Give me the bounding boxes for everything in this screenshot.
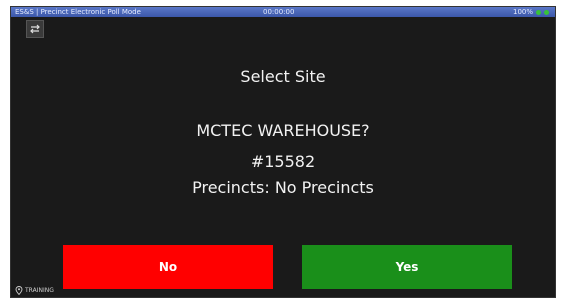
status-bar: ES&S | Precinct Electronic Poll Mode 00:…: [11, 7, 555, 17]
arrows-menu-icon: [30, 24, 40, 34]
footer: TRAINING: [15, 286, 54, 295]
yes-button-label: Yes: [395, 260, 419, 274]
footer-location-label: TRAINING: [25, 287, 54, 294]
location-pin-icon: [15, 286, 23, 295]
battery-level: 100%: [512, 8, 533, 16]
no-button[interactable]: No: [63, 245, 273, 289]
yes-button[interactable]: Yes: [302, 245, 512, 289]
site-name: MCTEC WAREHOUSE?: [196, 121, 370, 140]
site-id: #15582: [250, 152, 316, 171]
menu-button[interactable]: [26, 20, 44, 38]
status-dot-icon: [536, 9, 541, 15]
status-dot-icon: [544, 9, 549, 15]
status-bar-center-text: 00:00:00: [263, 8, 295, 16]
status-bar-right: 100%: [513, 7, 549, 17]
dialog-title: Select Site: [240, 67, 326, 86]
app-window: ES&S | Precinct Electronic Poll Mode 00:…: [10, 6, 556, 298]
site-precincts: Precincts: No Precincts: [192, 178, 374, 197]
status-bar-app-title: ES&S | Precinct Electronic Poll Mode: [15, 8, 141, 16]
no-button-label: No: [158, 260, 178, 274]
